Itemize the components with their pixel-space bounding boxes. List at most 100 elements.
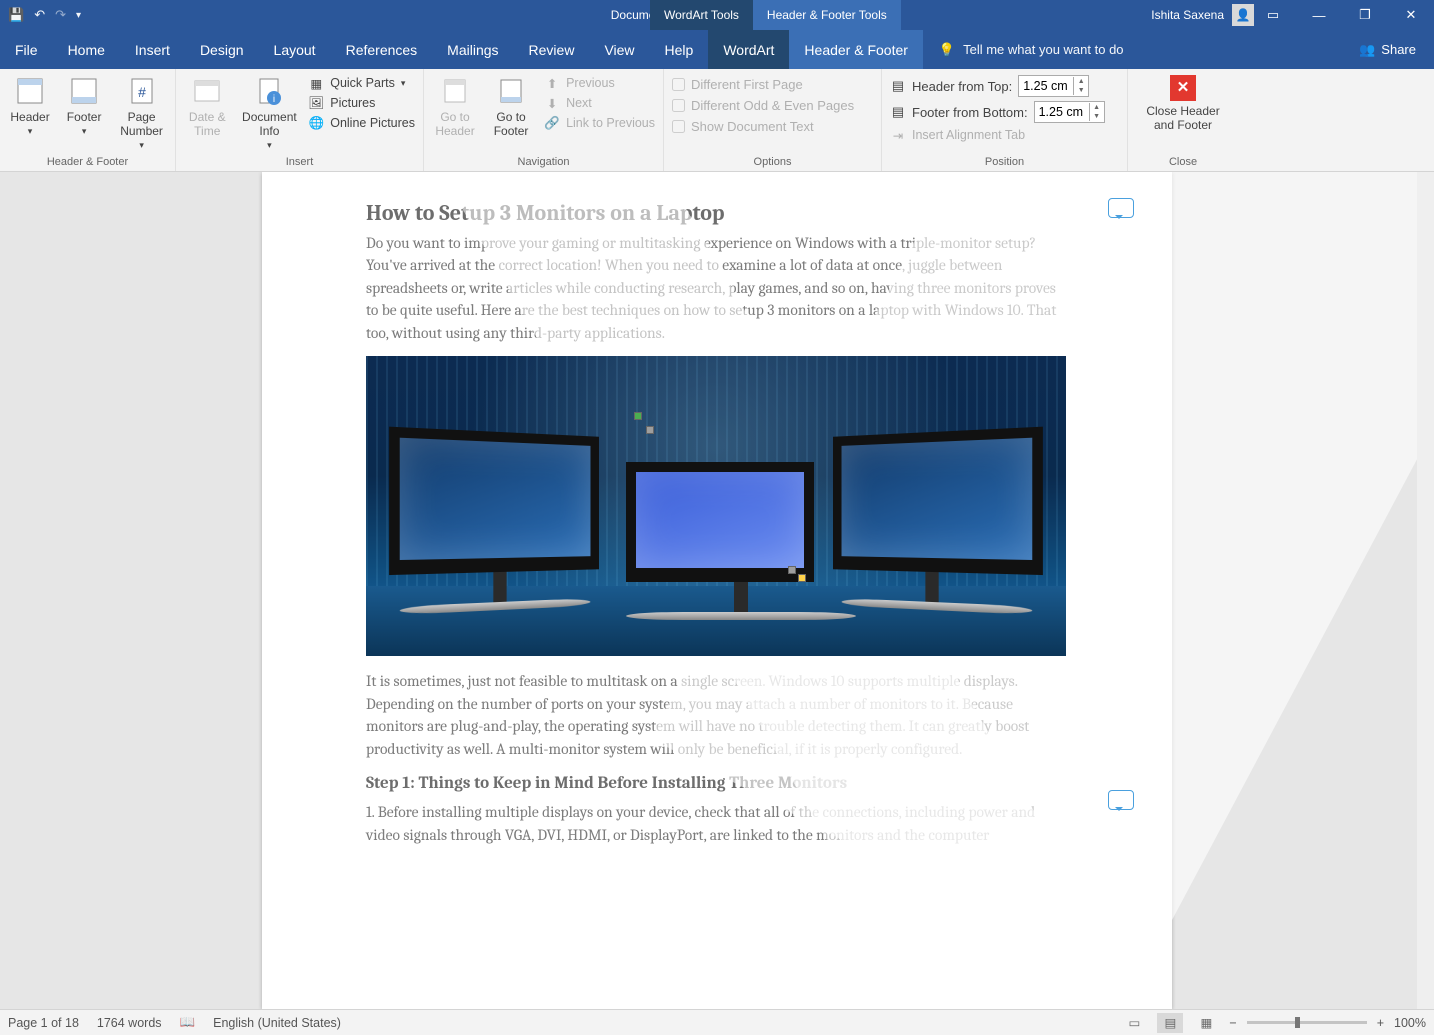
resize-handle[interactable]	[788, 566, 796, 574]
document-page[interactable]: How to Setup 3 Monitors on a Laptop Do y…	[262, 172, 1172, 1009]
document-paragraph: 1. Before installing multiple displays o…	[366, 801, 1068, 846]
undo-icon[interactable]: ↶	[34, 7, 45, 23]
document-image[interactable]	[366, 356, 1066, 656]
comment-icon[interactable]	[1108, 790, 1134, 810]
group-position: ▤ Header from Top: ▲▼ ▤ Footer from Bott…	[882, 69, 1128, 171]
close-header-footer-button[interactable]: ✕ Close Header and Footer	[1136, 73, 1230, 133]
spinner-down-icon[interactable]: ▼	[1074, 86, 1088, 95]
tab-review[interactable]: Review	[514, 30, 590, 69]
qat-more-icon[interactable]: ▾	[76, 10, 81, 21]
different-odd-even-checkbox: Different Odd & Even Pages	[672, 98, 873, 113]
tab-home[interactable]: Home	[53, 30, 120, 69]
save-icon[interactable]: 💾	[8, 7, 24, 23]
footer-from-bottom-label: Footer from Bottom:	[912, 105, 1028, 120]
document-subheading: Step 1: Things to Keep in Mind Before In…	[366, 774, 1068, 793]
rotate-handle[interactable]	[634, 412, 642, 420]
next-button: ⬇Next	[544, 95, 655, 111]
redo-icon[interactable]: ↷	[55, 7, 66, 23]
tab-references[interactable]: References	[331, 30, 433, 69]
zoom-out-button[interactable]: −	[1229, 1016, 1236, 1030]
insert-alignment-tab-button: ⇥Insert Alignment Tab	[890, 127, 1119, 143]
goto-footer-button[interactable]: Go to Footer	[488, 73, 534, 139]
ribbon: Header▾ Footer▾ # Page Number▾ Header & …	[0, 69, 1434, 172]
link-icon: 🔗	[544, 115, 560, 131]
group-insert: Date & Time i Document Info▾ ▦Quick Part…	[176, 69, 424, 171]
language-indicator[interactable]: English (United States)	[213, 1016, 341, 1030]
user-area[interactable]: Ishita Saxena 👤	[1151, 4, 1254, 26]
group-header-footer: Header▾ Footer▾ # Page Number▾ Header & …	[0, 69, 176, 171]
header-button[interactable]: Header▾	[8, 73, 52, 136]
resize-handle[interactable]	[646, 426, 654, 434]
tab-layout[interactable]: Layout	[259, 30, 331, 69]
show-document-text-checkbox: Show Document Text	[672, 119, 873, 134]
document-info-button[interactable]: i Document Info▾	[241, 73, 299, 150]
svg-text:#: #	[138, 84, 146, 100]
spinner-down-icon[interactable]: ▼	[1090, 112, 1104, 121]
document-paragraph: Do you want to improve your gaming or mu…	[366, 232, 1068, 344]
read-mode-button[interactable]: ▭	[1121, 1013, 1147, 1033]
header-from-top-label: Header from Top:	[912, 79, 1012, 94]
contextual-tab-labels: WordArt Tools Header & Footer Tools	[650, 0, 901, 30]
title-bar: 💾 ↶ ↷ ▾ Document2 [Compatibility Mode] -…	[0, 0, 1434, 30]
word-count[interactable]: 1764 words	[97, 1016, 162, 1030]
pictures-button[interactable]: 🖼Pictures	[308, 95, 415, 111]
online-pictures-button[interactable]: 🌐Online Pictures	[308, 115, 415, 131]
header-from-top-input[interactable]: ▲▼	[1018, 75, 1089, 97]
adjust-handle[interactable]	[798, 574, 806, 582]
quick-parts-button[interactable]: ▦Quick Parts ▾	[308, 75, 415, 91]
ribbon-display-icon[interactable]: ▭	[1250, 0, 1296, 30]
next-icon: ⬇	[544, 95, 560, 111]
page-number-icon: #	[126, 75, 158, 107]
close-icon[interactable]: ✕	[1388, 0, 1434, 30]
date-time-button: Date & Time	[184, 73, 231, 139]
zoom-level[interactable]: 100%	[1394, 1016, 1426, 1030]
svg-text:i: i	[273, 94, 275, 105]
status-bar: Page 1 of 18 1764 words 📖 English (Unite…	[0, 1009, 1434, 1035]
document-paragraph: It is sometimes, just not feasible to mu…	[366, 670, 1068, 760]
chevron-down-icon: ▾	[28, 126, 33, 136]
alignment-tab-icon: ⇥	[890, 127, 906, 143]
tab-help[interactable]: Help	[650, 30, 709, 69]
goto-footer-icon	[495, 75, 527, 107]
spinner-up-icon[interactable]: ▲	[1074, 77, 1088, 86]
page-indicator[interactable]: Page 1 of 18	[8, 1016, 79, 1030]
tab-view[interactable]: View	[589, 30, 649, 69]
close-x-icon: ✕	[1170, 75, 1196, 101]
quick-parts-icon: ▦	[308, 75, 324, 91]
print-layout-button[interactable]: ▤	[1157, 1013, 1183, 1033]
goto-header-icon	[439, 75, 471, 107]
footer-button[interactable]: Footer▾	[62, 73, 106, 136]
tab-header-footer[interactable]: Header & Footer	[789, 30, 923, 69]
header-icon	[14, 75, 46, 107]
tab-insert[interactable]: Insert	[120, 30, 185, 69]
link-previous-button: 🔗Link to Previous	[544, 115, 655, 131]
tab-design[interactable]: Design	[185, 30, 259, 69]
page-number-button[interactable]: # Page Number▾	[116, 73, 167, 150]
ribbon-tabs: File Home Insert Design Layout Reference…	[0, 30, 1434, 69]
calendar-icon	[191, 75, 223, 107]
tell-me-search[interactable]: 💡 Tell me what you want to do	[923, 30, 1341, 69]
web-layout-button[interactable]: ▦	[1193, 1013, 1219, 1033]
header-top-icon: ▤	[890, 78, 906, 94]
tab-wordart[interactable]: WordArt	[708, 30, 789, 69]
chevron-down-icon: ▾	[82, 126, 87, 136]
chevron-down-icon: ▾	[401, 78, 406, 89]
spinner-up-icon[interactable]: ▲	[1090, 103, 1104, 112]
online-picture-icon: 🌐	[308, 115, 324, 131]
zoom-in-button[interactable]: +	[1377, 1016, 1384, 1030]
tab-file[interactable]: File	[0, 30, 53, 69]
group-navigation: Go to Header Go to Footer ⬆Previous ⬇Nex…	[424, 69, 664, 171]
tab-mailings[interactable]: Mailings	[432, 30, 513, 69]
maximize-icon[interactable]: ❐	[1342, 0, 1388, 30]
zoom-slider[interactable]	[1247, 1021, 1367, 1024]
minimize-icon[interactable]: —	[1296, 0, 1342, 30]
spellcheck-icon[interactable]: 📖	[180, 1015, 196, 1030]
contextual-wordart: WordArt Tools	[650, 0, 753, 30]
vertical-scrollbar[interactable]	[1417, 172, 1434, 1009]
footer-from-bottom-input[interactable]: ▲▼	[1034, 101, 1105, 123]
comment-icon[interactable]	[1108, 198, 1134, 218]
document-area: How to Setup 3 Monitors on a Laptop Do y…	[0, 172, 1434, 1009]
share-button[interactable]: 👥 Share	[1341, 30, 1434, 69]
user-name: Ishita Saxena	[1151, 8, 1224, 22]
chevron-down-icon: ▾	[267, 140, 272, 150]
